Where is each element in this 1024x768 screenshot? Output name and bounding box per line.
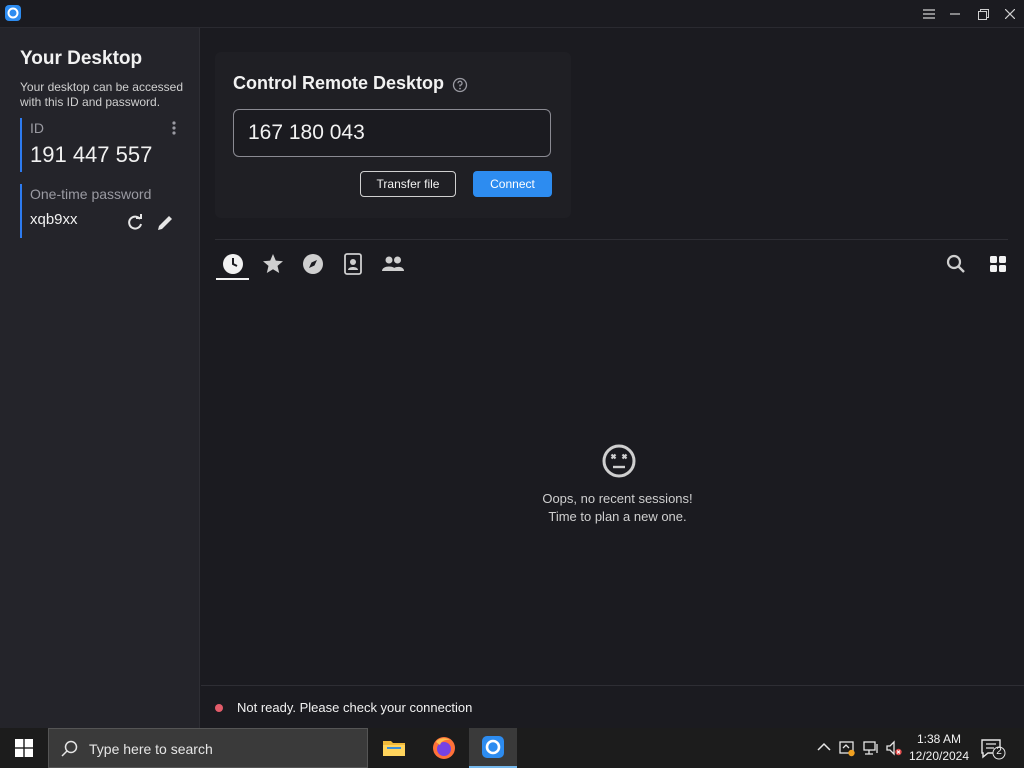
tab-favorites[interactable] <box>261 252 285 276</box>
tab-address-book[interactable] <box>341 252 365 276</box>
status-text: Not ready. Please check your connection <box>237 700 473 715</box>
restore-button[interactable] <box>970 0 996 28</box>
id-label: ID <box>30 120 44 136</box>
security-alert-icon[interactable] <box>838 739 856 757</box>
clock-date: 12/20/2024 <box>908 749 970 763</box>
search-placeholder: Type here to search <box>89 741 213 757</box>
close-icon <box>1005 9 1015 19</box>
app-window: Your Desktop Your desktop can be accesse… <box>0 0 1024 728</box>
sidebar: Your Desktop Your desktop can be accesse… <box>0 28 200 728</box>
menu-icon <box>923 9 935 19</box>
status-bar: Not ready. Please check your connection <box>201 685 1024 728</box>
star-icon <box>263 254 283 273</box>
clock-time: 1:38 AM <box>916 732 962 746</box>
search-icon <box>61 740 78 757</box>
folder-icon <box>383 741 405 756</box>
sad-face-icon <box>602 444 636 478</box>
network-icon[interactable] <box>862 739 880 757</box>
grid-view-icon <box>990 256 1006 272</box>
edit-password-icon[interactable] <box>154 212 176 234</box>
empty-state-title: Oops, no recent sessions! <box>542 491 693 506</box>
tab-group[interactable] <box>381 252 405 276</box>
title-bar <box>0 0 1024 28</box>
taskbar-clock[interactable]: 1:38 AM 12/20/2024 <box>904 731 974 765</box>
password-label: One-time password <box>30 186 152 202</box>
connect-title: Control Remote Desktop <box>233 73 445 93</box>
divider <box>215 239 1008 240</box>
sidebar-title: Your Desktop <box>20 48 143 69</box>
active-tab-indicator <box>216 278 249 280</box>
close-button[interactable] <box>997 0 1023 28</box>
app-logo-icon <box>5 5 21 21</box>
volume-muted-icon[interactable] <box>885 739 903 757</box>
id-block: ID 191 447 557 <box>20 118 180 172</box>
tab-discovered[interactable] <box>301 252 325 276</box>
search-icon <box>946 254 965 273</box>
remote-id-input[interactable] <box>233 109 551 157</box>
minimize-button[interactable] <box>942 0 968 28</box>
view-grid-button[interactable] <box>986 252 1010 276</box>
tab-recent[interactable] <box>221 252 245 276</box>
transfer-file-button[interactable]: Transfer file <box>360 171 456 197</box>
chevron-up-icon[interactable] <box>815 739 833 757</box>
clock-icon <box>223 254 243 274</box>
firefox-icon <box>433 737 455 759</box>
windows-icon <box>15 739 33 757</box>
refresh-password-icon[interactable] <box>124 212 146 234</box>
more-options-icon[interactable] <box>170 120 178 136</box>
search-button[interactable] <box>944 252 968 276</box>
connect-card: Control Remote Desktop Transfer file Con… <box>215 52 571 218</box>
id-value[interactable]: 191 447 557 <box>30 142 180 168</box>
compass-icon <box>303 254 323 274</box>
taskbar-search[interactable]: Type here to search <box>48 728 368 768</box>
sidebar-description: Your desktop can be accessed with this I… <box>20 80 184 109</box>
start-button[interactable] <box>0 728 48 768</box>
status-indicator <box>215 704 223 712</box>
help-icon[interactable] <box>452 77 468 93</box>
group-icon <box>382 256 404 271</box>
restore-icon <box>977 8 989 20</box>
menu-button[interactable] <box>916 0 942 28</box>
taskbar-remote-desktop-app[interactable] <box>469 728 517 768</box>
main-panel: Control Remote Desktop Transfer file Con… <box>201 28 1024 685</box>
notification-center-button[interactable]: 2 <box>980 738 1006 760</box>
taskbar: Type here to search 1:38 AM 12/20/2024 2 <box>0 728 1024 768</box>
minimize-icon <box>950 13 960 15</box>
address-book-icon <box>344 253 362 275</box>
taskbar-file-explorer[interactable] <box>370 728 418 768</box>
notification-count: 2 <box>996 746 1002 757</box>
remote-desktop-app-icon <box>482 736 504 758</box>
empty-state-subtitle: Time to plan a new one. <box>548 509 687 524</box>
connect-button[interactable]: Connect <box>473 171 552 197</box>
taskbar-firefox[interactable] <box>420 728 468 768</box>
